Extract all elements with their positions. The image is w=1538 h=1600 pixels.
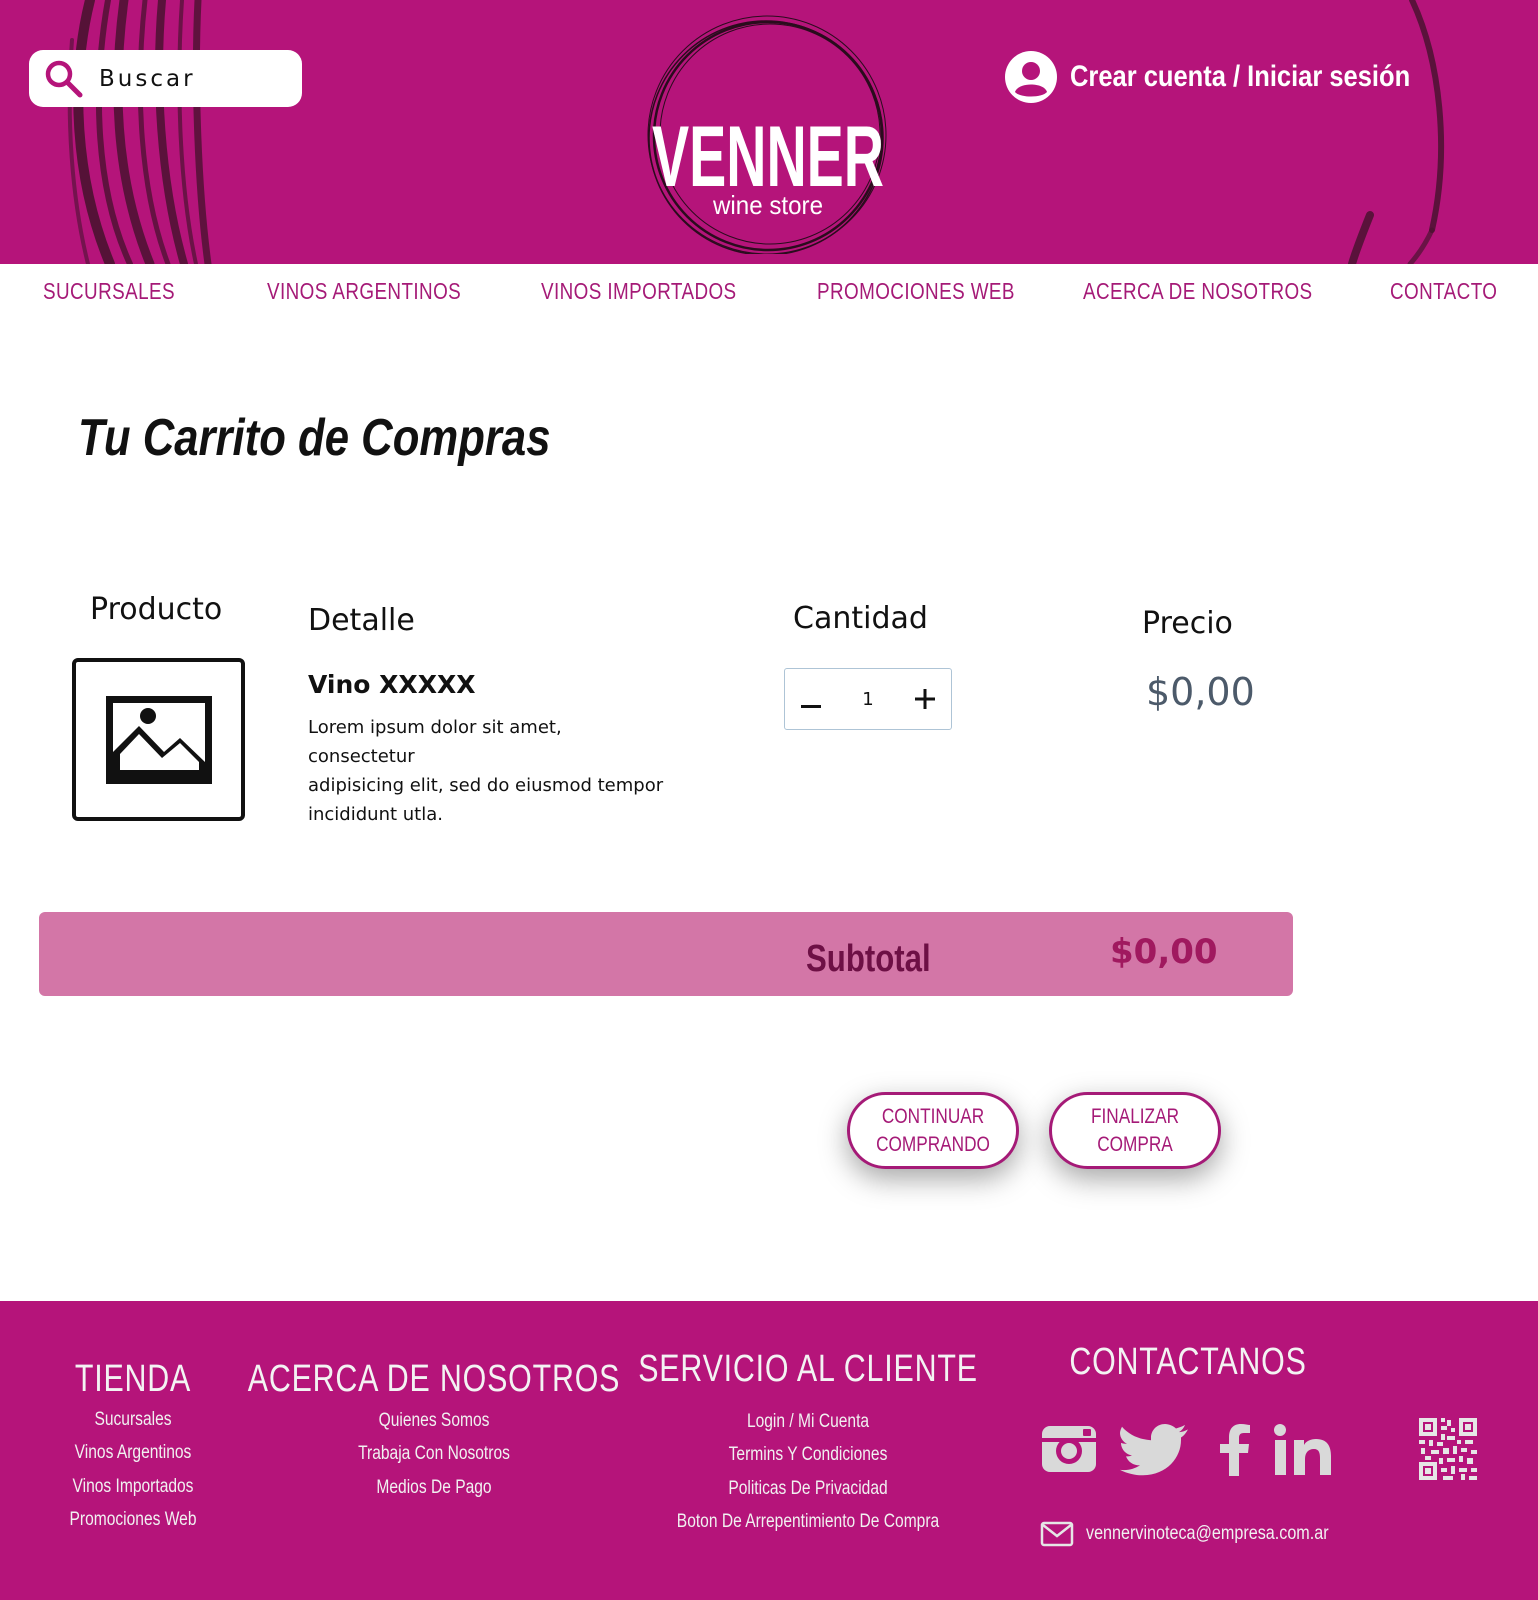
column-header-precio: Precio [1142, 606, 1233, 641]
search-icon[interactable] [43, 58, 85, 100]
footer-heading-tienda: TIENDA [74, 1358, 192, 1400]
mail-icon [1040, 1521, 1074, 1547]
page-title: Tu Carrito de Compras [78, 409, 551, 467]
footer-link-quienes-somos[interactable]: Quienes Somos [379, 1410, 490, 1432]
product-description-line: incididunt utla. [308, 804, 443, 825]
quantity-stepper[interactable]: 1 [784, 668, 952, 730]
nav-item-sucursales[interactable]: SUCURSALES [43, 278, 175, 305]
subtotal-label: Subtotal [806, 938, 931, 980]
footer-link-vinos-importados[interactable]: Vinos Importados [73, 1476, 194, 1498]
venner-logo[interactable]: VENNER wine store [640, 14, 896, 256]
continue-shopping-label: CONTINUAR COMPRANDO [876, 1104, 990, 1156]
logo-tagline: wine store [712, 190, 823, 220]
product-image-placeholder[interactable] [72, 658, 245, 821]
footer-link-promociones-web[interactable]: Promociones Web [69, 1509, 196, 1531]
nav-item-acerca-de-nosotros[interactable]: ACERCA DE NOSOTROS [1083, 278, 1313, 305]
search-input[interactable] [99, 65, 289, 92]
footer-heading-servicio: SERVICIO AL CLIENTE [638, 1348, 978, 1390]
decrease-quantity-button[interactable] [785, 669, 837, 729]
main-nav: SUCURSALES VINOS ARGENTINOS VINOS IMPORT… [0, 264, 1538, 322]
quantity-value[interactable]: 1 [862, 689, 873, 710]
account-link[interactable]: Crear cuenta / Iniciar sesión [1004, 50, 1470, 104]
increase-quantity-button[interactable] [899, 669, 951, 729]
account-label[interactable]: Crear cuenta / Iniciar sesión [1070, 60, 1410, 94]
continue-shopping-button[interactable]: CONTINUAR COMPRANDO [847, 1092, 1019, 1169]
subtotal-bar [39, 912, 1293, 996]
footer-heading-acerca: ACERCA DE NOSOTROS [247, 1358, 621, 1400]
footer-email-address[interactable]: vennervinoteca@empresa.com.ar [1086, 1523, 1329, 1545]
product-name: Vino XXXXX [308, 670, 476, 699]
footer-link-trabaja-con-nosotros[interactable]: Trabaja Con Nosotros [358, 1443, 510, 1465]
nav-item-vinos-importados[interactable]: VINOS IMPORTADOS [541, 278, 737, 305]
product-description-line: Lorem ipsum dolor sit amet, [308, 717, 562, 738]
column-header-cantidad: Cantidad [793, 601, 928, 636]
footer-email[interactable]: vennervinoteca@empresa.com.ar [1040, 1521, 1371, 1547]
checkout-label: FINALIZAR COMPRA [1090, 1104, 1180, 1156]
column-header-producto: Producto [90, 592, 223, 627]
nav-item-contacto[interactable]: CONTACTO [1390, 278, 1497, 305]
search-box[interactable] [29, 50, 302, 107]
footer-link-sucursales[interactable]: Sucursales [94, 1409, 171, 1431]
checkout-button[interactable]: FINALIZAR COMPRA [1049, 1092, 1221, 1169]
nav-item-vinos-argentinos[interactable]: VINOS ARGENTINOS [267, 278, 461, 305]
facebook-icon[interactable] [1212, 1424, 1254, 1476]
product-description-line: adipisicing elit, sed do eiusmod tempor [308, 775, 664, 796]
footer-heading-contactanos: CONTACTANOS [1069, 1341, 1307, 1383]
site-header: VENNER wine store Crear cuenta / Iniciar… [0, 0, 1538, 264]
footer-link-privacidad[interactable]: Politicas De Privacidad [728, 1478, 887, 1500]
linkedin-icon[interactable] [1274, 1424, 1336, 1476]
user-icon [1004, 51, 1057, 103]
footer-link-login[interactable]: Login / Mi Cuenta [747, 1411, 869, 1433]
plus-icon [914, 688, 935, 709]
twitter-icon[interactable] [1120, 1424, 1190, 1476]
product-description-line: consectetur [308, 746, 415, 767]
nav-item-promociones-web[interactable]: PROMOCIONES WEB [817, 278, 1015, 305]
qr-code-icon [1419, 1418, 1477, 1480]
footer-link-terminos[interactable]: Termins Y Condiciones [729, 1444, 888, 1466]
column-header-detalle: Detalle [308, 603, 415, 638]
footer-link-arrepentimiento[interactable]: Boton De Arrepentimiento De Compra [677, 1511, 939, 1533]
subtotal-value: $0,00 [1110, 932, 1218, 972]
footer-link-medios-de-pago[interactable]: Medios De Pago [376, 1477, 491, 1499]
item-price: $0,00 [1146, 670, 1255, 714]
footer-link-vinos-argentinos[interactable]: Vinos Argentinos [75, 1442, 192, 1464]
image-icon [105, 695, 212, 784]
product-description: Lorem ipsum dolor sit amet, consectetur … [308, 713, 678, 829]
minus-icon [801, 704, 821, 708]
instagram-icon[interactable] [1040, 1424, 1098, 1474]
